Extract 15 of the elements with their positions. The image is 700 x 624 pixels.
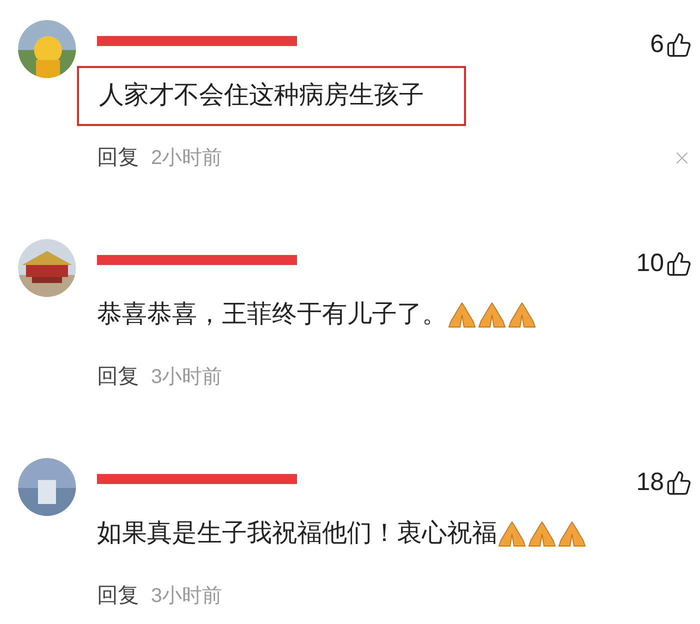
thumbs-up-icon[interactable] [666,470,692,496]
reply-button[interactable]: 回复 [97,580,139,612]
reply-button[interactable]: 回复 [97,142,139,174]
comment-text: 恭喜恭喜，王菲终于有儿子了。 [97,299,447,330]
thumbs-up-icon[interactable] [666,32,692,58]
thumbs-up-icon[interactable] [666,250,692,277]
reply-button[interactable]: 回复 [97,361,139,392]
like-count: 6 [650,29,664,60]
timestamp: 2小时前 [151,146,222,171]
timestamp: 3小时前 [151,584,222,609]
comment-text: 如果真是生子我祝福他们！衷心祝福 [97,518,497,550]
like-count: 10 [636,248,664,279]
comment-text: 人家才不会住这种病房生孩子 [99,80,424,112]
timestamp: 3小时前 [151,364,222,390]
like-count: 18 [636,467,664,498]
